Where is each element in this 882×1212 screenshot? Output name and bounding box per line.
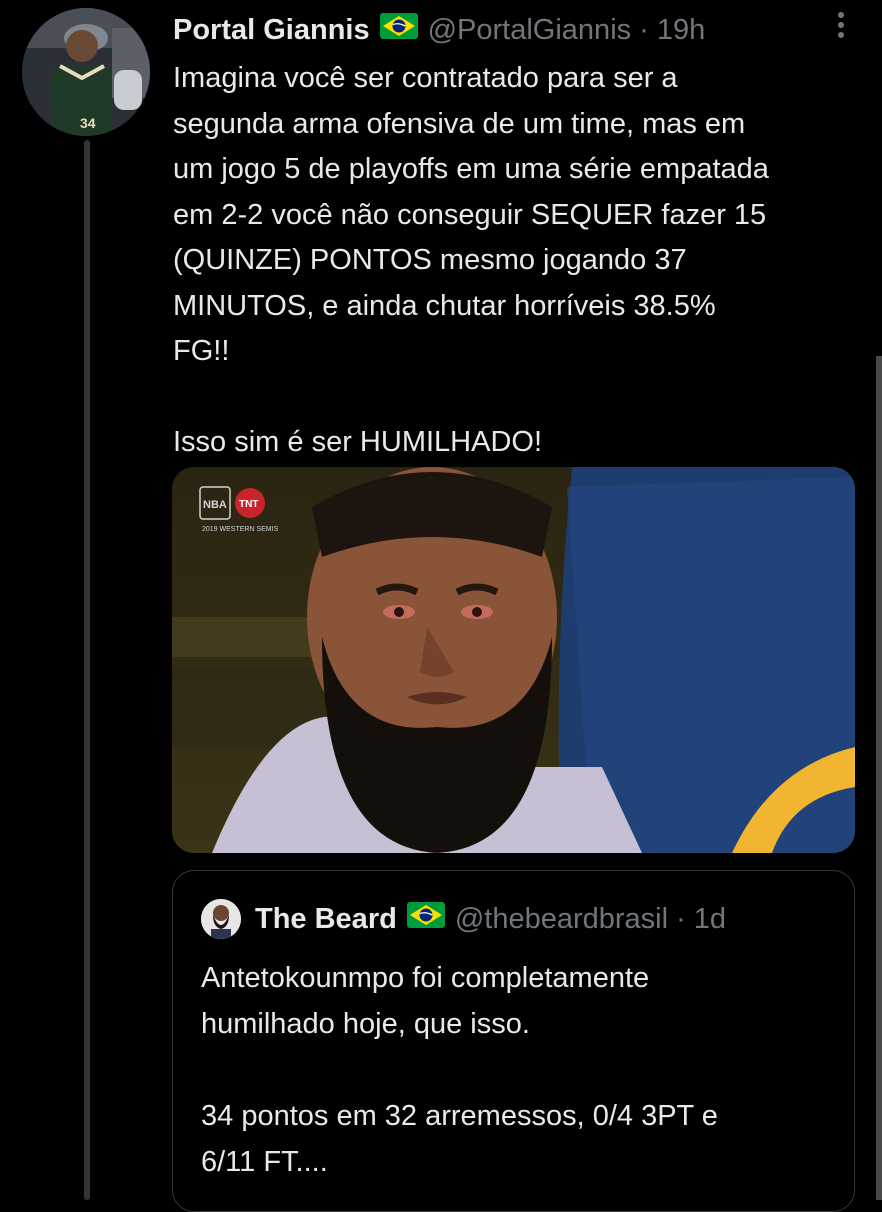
tweet-time[interactable]: 19h [657, 14, 705, 47]
tweet-text: Imagina você ser contratado para ser a s… [173, 56, 863, 466]
avatar-jersey-number: 34 [80, 115, 96, 131]
quote-line: 6/11 FT.... [201, 1146, 328, 1178]
tweet-line: segunda arma ofensiva de um time, mas em [173, 107, 746, 140]
quote-time: 1d [693, 902, 726, 935]
more-vertical-icon[interactable] [836, 10, 846, 45]
scrollbar[interactable] [876, 356, 882, 1200]
tweet-line: Imagina você ser contratado para ser a [173, 62, 678, 94]
quote-author-handle: @thebeardbrasil [454, 902, 669, 935]
tweet-media-image[interactable]: NBA TNT 2019 WESTERN SEMIS [172, 467, 855, 853]
author-name[interactable]: Portal Giannis [173, 14, 370, 47]
brazil-flag-icon [406, 902, 445, 936]
badge-nba: NBA [203, 499, 227, 511]
quote-line: 34 pontos em 32 arremessos, 0/4 3PT e [201, 1100, 718, 1132]
tweet-line: FG!! [173, 335, 230, 367]
quote-text: Antetokounmpo foi completamente humilhad… [201, 955, 831, 1185]
tweet-line: em 2-2 você não conseguir SEQUER fazer 1… [173, 198, 767, 231]
tweet-line: Isso sim é ser HUMILHADO! [173, 426, 542, 458]
quote-line: humilhado hoje, que isso. [201, 1008, 530, 1040]
tweet-line: um jogo 5 de playoffs em uma série empat… [173, 153, 769, 185]
author-handle[interactable]: @PortalGiannis [428, 14, 632, 47]
badge-caption: 2019 WESTERN SEMIS [202, 526, 279, 533]
badge-tnt: TNT [239, 499, 258, 510]
brazil-flag-icon [379, 13, 418, 47]
quote-author-name: The Beard [255, 902, 397, 935]
thread-line [84, 140, 90, 1200]
quote-header: The Beard @thebeardbrasil · 1d [201, 897, 726, 941]
tweet-header: Portal Giannis @PortalGiannis · 19h [173, 10, 705, 50]
tweet-line: (QUINZE) PONTOS mesmo jogando 37 [173, 244, 687, 276]
quoted-tweet[interactable]: The Beard @thebeardbrasil · 1d Antetokou… [172, 870, 855, 1212]
author-avatar[interactable]: 34 [22, 8, 150, 136]
quote-line: Antetokounmpo foi completamente [201, 962, 650, 994]
quote-author-avatar [201, 899, 241, 939]
tweet-line: MINUTOS, e ainda chutar horríveis 38.5% [173, 289, 716, 322]
quote-separator: · [676, 902, 686, 935]
header-separator: · [639, 13, 649, 46]
avatar-image: 34 [22, 8, 150, 136]
